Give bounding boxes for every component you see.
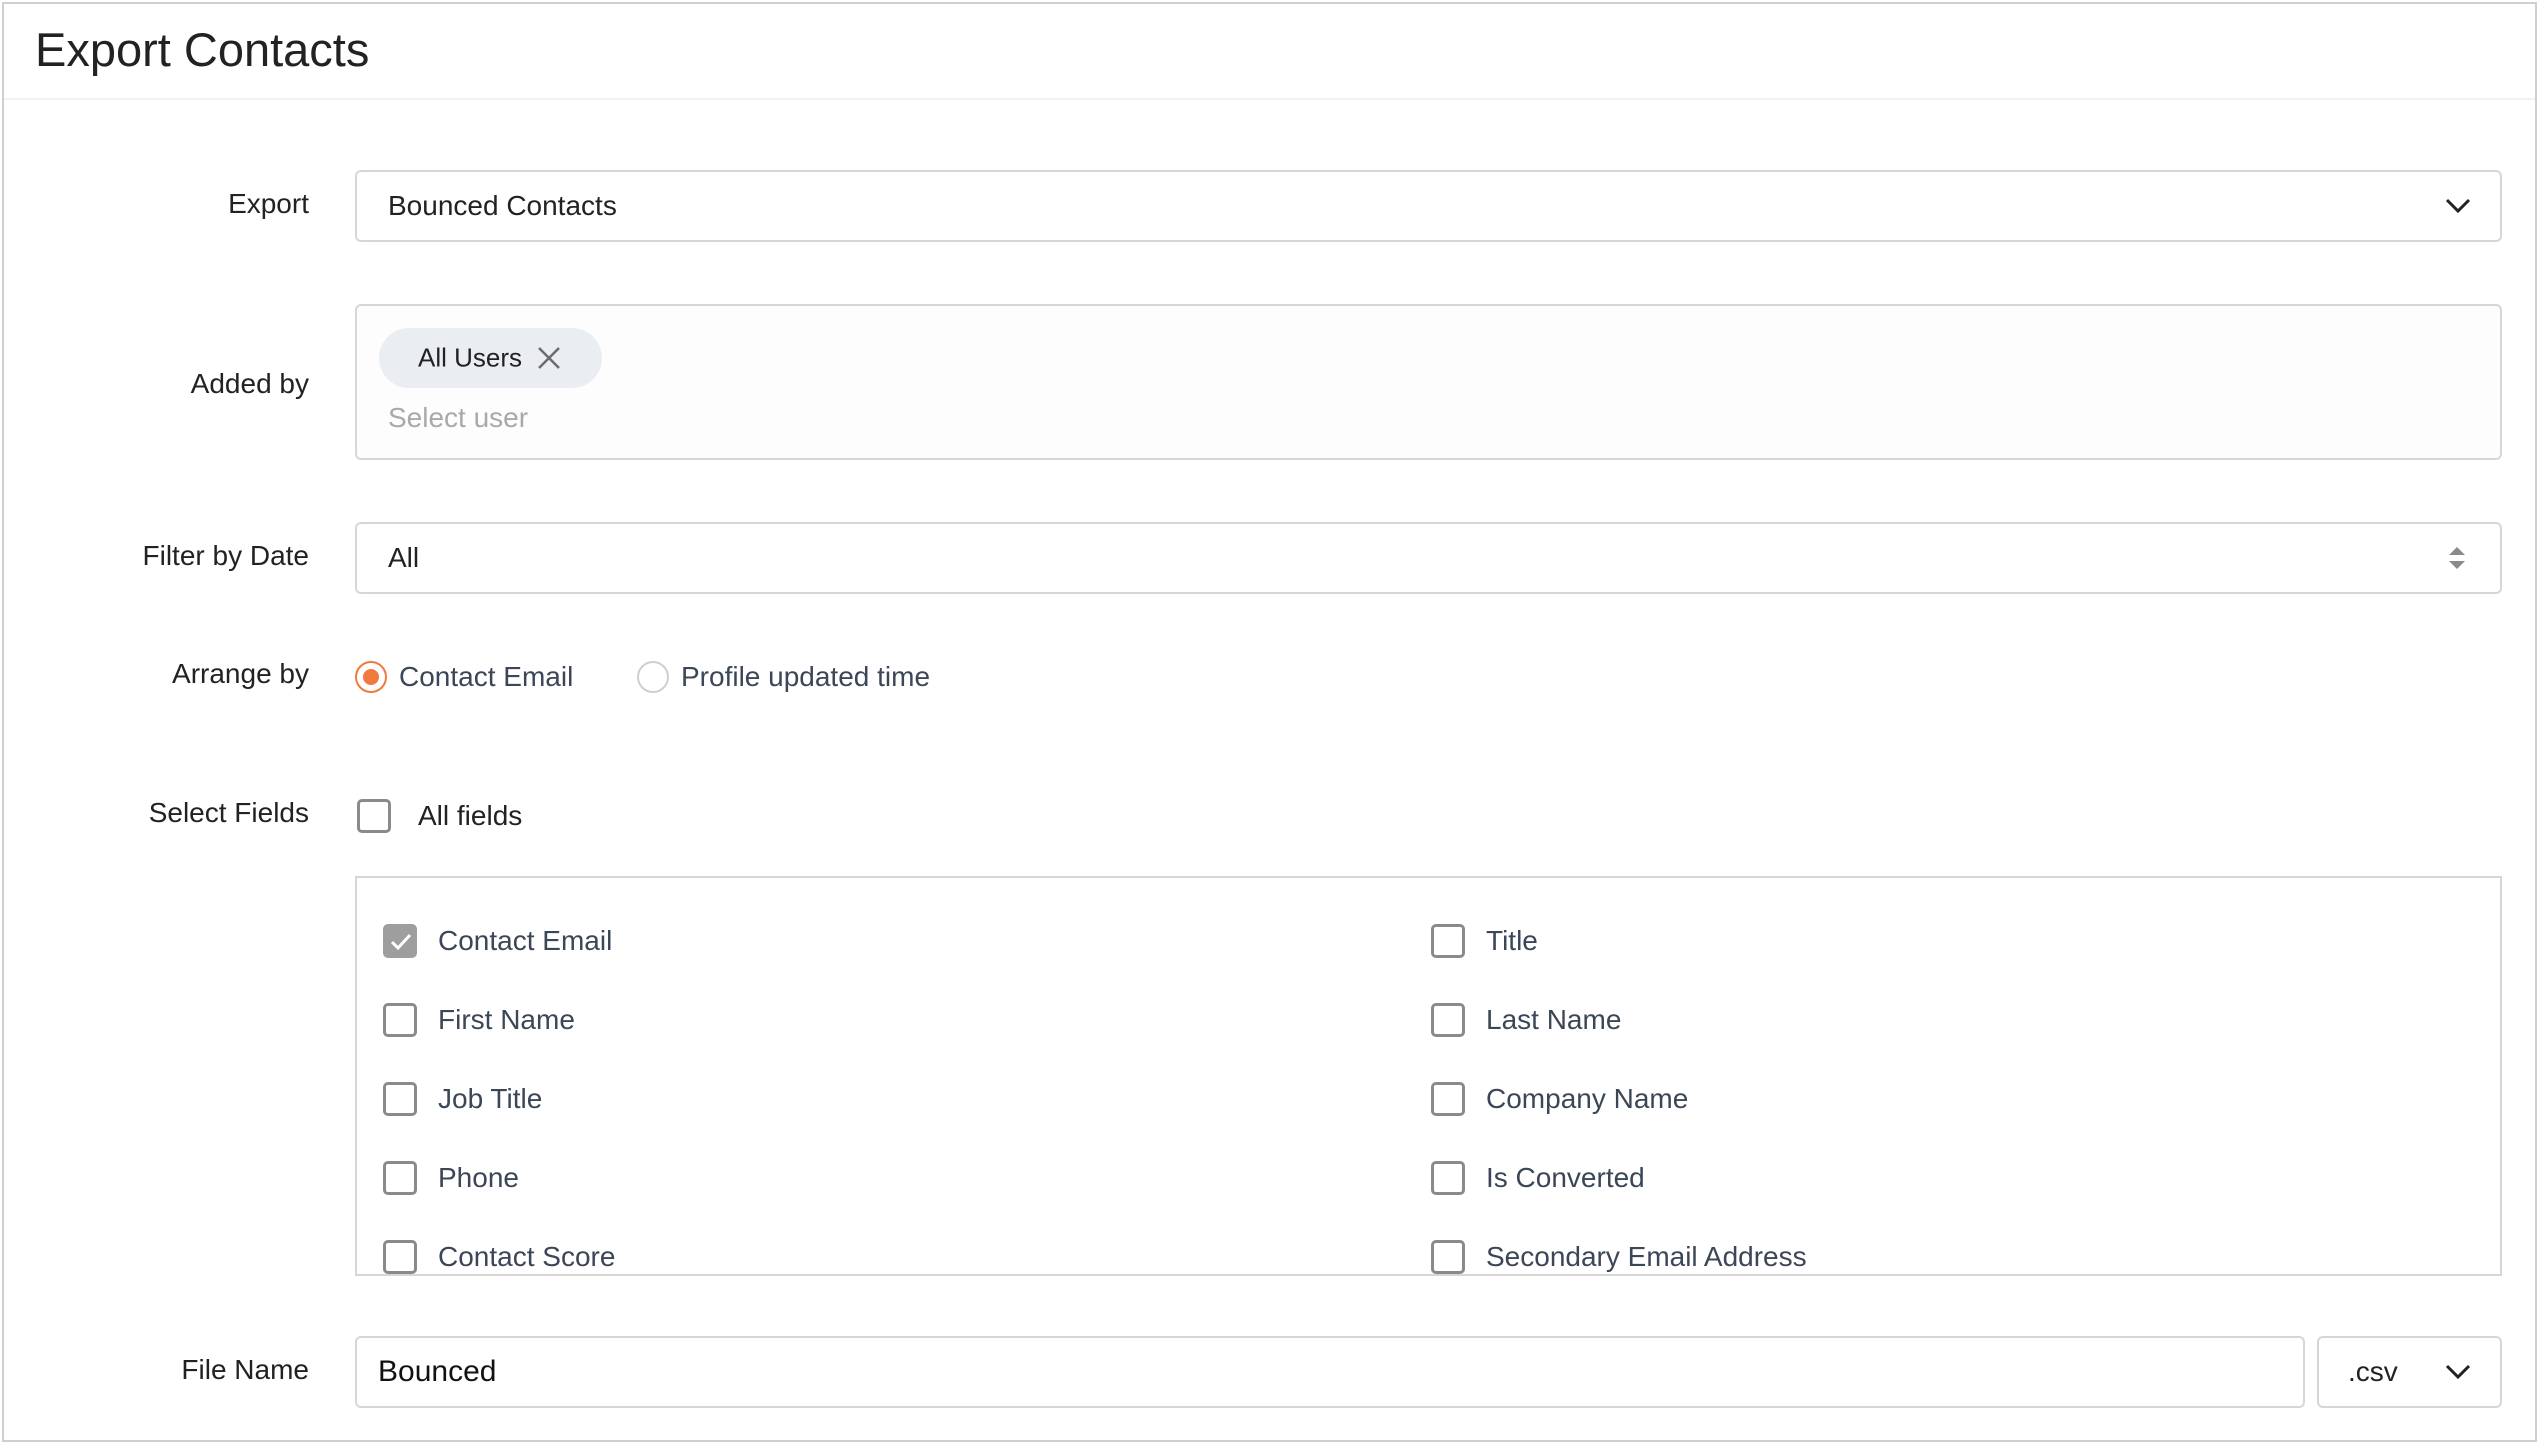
added-by-label: Added by [190,368,309,399]
checkbox-icon [383,1003,417,1037]
field-first-name[interactable]: First Name [383,1002,575,1038]
export-contacts-dialog: Export Contacts Export Bounced Contacts … [2,2,2537,1442]
all-fields-checkbox[interactable]: All fields [357,799,522,833]
checkbox-icon [383,1161,417,1195]
field-job-title[interactable]: Job Title [383,1081,542,1117]
field-label: Contact Email [438,925,613,956]
radio-selected-icon [355,661,387,693]
checkbox-icon [1431,924,1465,958]
select-fields-label: Select Fields [148,797,309,828]
radio-unselected-icon [637,661,669,693]
filter-by-date-select[interactable]: All [355,522,2502,594]
dialog-header: Export Contacts [4,4,2535,100]
export-selected-value: Bounced Contacts [388,190,617,221]
dialog-title: Export Contacts [35,23,370,76]
field-label: Is Converted [1486,1162,1645,1193]
chevron-down-icon [2445,1364,2471,1380]
field-label: Last Name [1486,1004,1622,1035]
field-label: Job Title [438,1083,543,1114]
export-select[interactable]: Bounced Contacts [355,170,2502,242]
field-title[interactable]: Title [1431,923,1538,959]
close-icon[interactable] [537,346,561,370]
added-by-multiselect[interactable]: All Users Select user [355,304,2502,460]
file-name-label: File Name [181,1354,309,1385]
fields-list[interactable]: Contact Email Title First Name Last Name… [355,876,2502,1276]
checkbox-icon [383,1082,417,1116]
all-fields-label: All fields [418,800,523,831]
field-label: Phone [438,1162,519,1193]
field-phone[interactable]: Phone [383,1160,519,1196]
sort-updown-icon [2449,547,2465,569]
radio-label: Profile updated time [681,661,931,692]
checkbox-checked-icon [383,924,417,958]
checkbox-icon [357,799,391,833]
checkbox-icon [1431,1161,1465,1195]
user-chip: All Users [379,328,602,388]
checkbox-icon [1431,1003,1465,1037]
filter-by-date-value: All [388,542,420,573]
file-extension-select[interactable]: .csv [2317,1336,2502,1408]
select-user-input[interactable]: Select user [388,402,528,434]
checkbox-icon [1431,1240,1465,1274]
checkbox-icon [1431,1082,1465,1116]
field-secondary-email-address[interactable]: Secondary Email Address [1431,1239,1807,1274]
field-label: Title [1486,925,1538,956]
file-name-value: Bounced [378,1355,497,1388]
chevron-down-icon [2445,198,2471,214]
checkbox-icon [383,1240,417,1274]
radio-profile-updated-time[interactable]: Profile updated time [637,659,930,695]
export-label: Export [228,188,309,219]
chip-label: All Users [418,342,523,373]
field-label: First Name [438,1004,575,1035]
field-contact-score[interactable]: Contact Score [383,1239,616,1274]
field-company-name[interactable]: Company Name [1431,1081,1688,1117]
radio-contact-email[interactable]: Contact Email [355,659,573,695]
field-is-converted[interactable]: Is Converted [1431,1160,1645,1196]
file-extension-value: .csv [2348,1356,2398,1387]
radio-label: Contact Email [399,661,574,692]
field-label: Contact Score [438,1241,616,1272]
field-label: Company Name [1486,1083,1689,1114]
file-name-input[interactable]: Bounced [355,1336,2305,1408]
arrange-by-label: Arrange by [172,658,309,689]
field-label: Secondary Email Address [1486,1241,1807,1272]
field-last-name[interactable]: Last Name [1431,1002,1621,1038]
filter-by-date-label: Filter by Date [142,540,310,571]
field-contact-email: Contact Email [383,923,612,959]
